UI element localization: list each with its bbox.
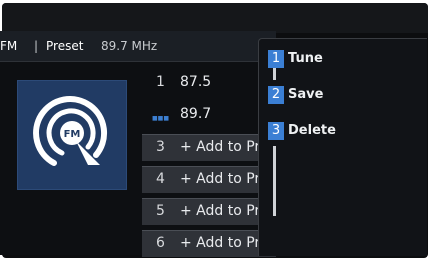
menu-badge: 3 xyxy=(268,122,284,140)
menu-label: Tune xyxy=(288,51,323,66)
preset-number: 6 xyxy=(156,235,165,251)
active-signal-indicator: ■■■ xyxy=(152,115,170,122)
preset-frequency: 89.7 xyxy=(180,106,212,122)
preset-number: 4 xyxy=(156,171,165,187)
station-logo: FM xyxy=(17,80,127,190)
header-separator: | xyxy=(34,39,39,53)
options-menu xyxy=(258,38,427,256)
preset-slot-1[interactable]: 1 87.5 xyxy=(142,70,276,96)
mode-label: Preset xyxy=(46,39,84,53)
preset-slot-2[interactable]: ■■■ 89.7 xyxy=(142,102,276,128)
menu-label: Save xyxy=(288,87,324,102)
preset-number: 1 xyxy=(156,74,165,90)
menu-badge: 1 xyxy=(268,50,284,68)
menu-badge: 2 xyxy=(268,86,284,104)
fm-logo-text: FM xyxy=(64,129,81,140)
preset-slot-3[interactable]: 3 + Add to Pres xyxy=(142,134,276,161)
top-status-bar xyxy=(2,3,428,33)
current-frequency: 89.7 MHz xyxy=(101,39,158,53)
preset-number: 3 xyxy=(156,139,165,155)
menu-scroll-track xyxy=(273,146,276,216)
preset-slot-6[interactable]: 6 + Add to Pres xyxy=(142,230,276,257)
menu-label: Delete xyxy=(288,123,336,138)
preset-number: 5 xyxy=(156,203,165,219)
preset-frequency: 87.5 xyxy=(180,74,212,90)
preset-slot-4[interactable]: 4 + Add to Pres xyxy=(142,166,276,193)
band-label: FM xyxy=(0,39,18,53)
preset-slot-5[interactable]: 5 + Add to Pres xyxy=(142,198,276,225)
fm-radio-signal-icon: FM xyxy=(33,96,108,166)
